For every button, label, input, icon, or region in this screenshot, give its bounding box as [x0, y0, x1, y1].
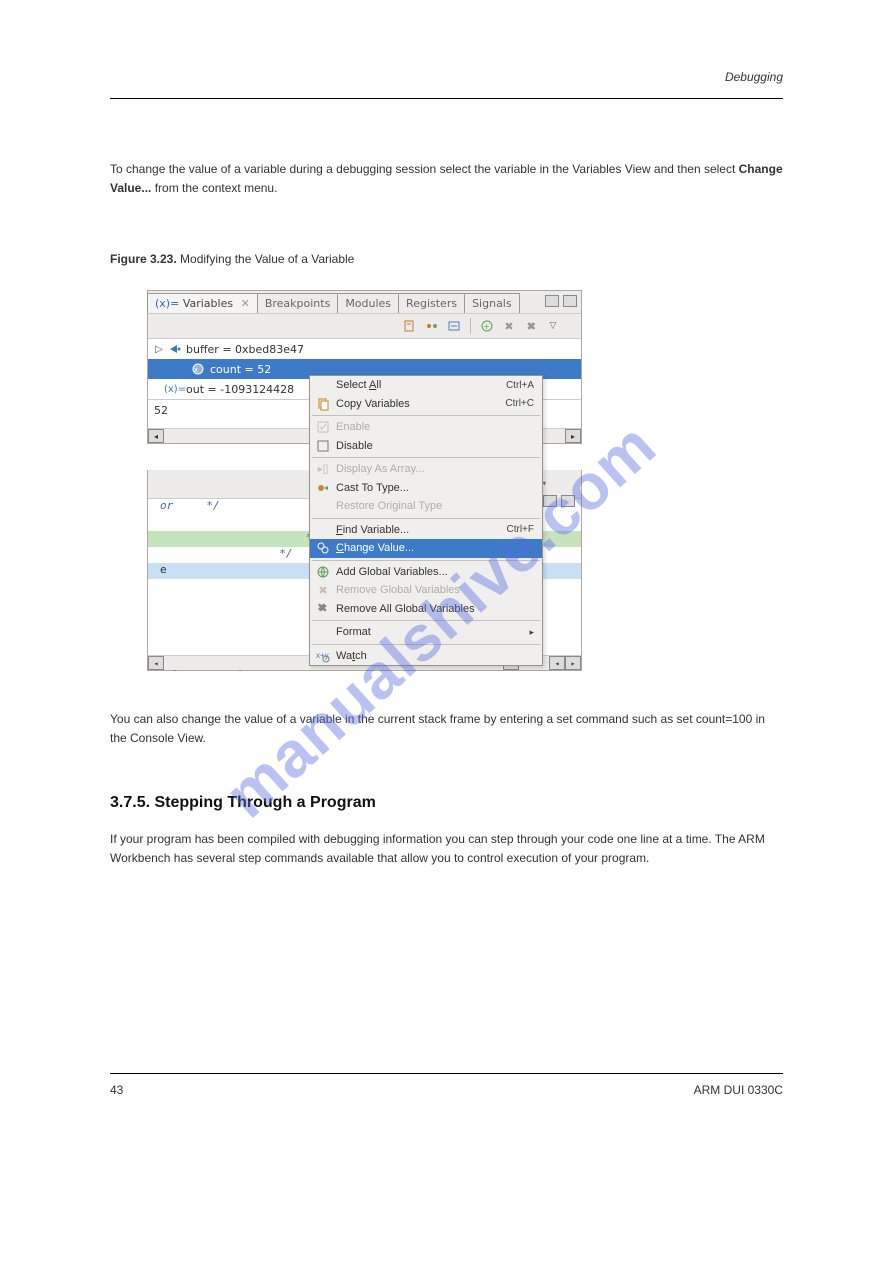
heading-stepping: 3.7.5. Stepping Through a Program: [110, 790, 783, 816]
detail-value: 52: [154, 404, 168, 417]
pointer-icon: [168, 342, 182, 356]
minimize-icon[interactable]: [545, 295, 559, 307]
cast-icon: [314, 481, 332, 495]
menu-watch[interactable]: x+y Watch: [310, 647, 542, 666]
variable-icon: x: [192, 362, 206, 376]
remove-all-icon[interactable]: ✖✖: [523, 318, 539, 334]
var-buffer-label: buffer = 0xbed83e47: [186, 343, 581, 356]
figure-caption-text: Modifying the Value of a Variable: [180, 252, 354, 266]
copy-icon: [314, 397, 332, 411]
array-icon: ▸[]: [314, 464, 332, 475]
var-row-buffer[interactable]: ▷ buffer = 0xbed83e47: [148, 339, 581, 359]
change-value-icon: [314, 541, 332, 555]
show-logical-icon[interactable]: [424, 318, 440, 334]
para-set-command: You can also change the value of a varia…: [110, 710, 783, 748]
submenu-arrow-icon: ▸: [529, 627, 534, 638]
checkbox-checked-icon: [314, 421, 332, 433]
collapse-all-icon[interactable]: [446, 318, 462, 334]
footer-doc-id: ARM DUI 0330C: [694, 1083, 783, 1097]
menu-format[interactable]: Format ▸: [310, 623, 542, 642]
scroll-left-btn[interactable]: ◂: [148, 656, 164, 670]
editor-window-controls: [543, 495, 575, 507]
expand-icon[interactable]: ▷: [154, 344, 164, 355]
figure-caption: Figure 3.23. Modifying the Value of a Va…: [110, 250, 783, 269]
intro-paragraph: To change the value of a variable during…: [110, 160, 783, 198]
remove-icon[interactable]: ✖: [501, 318, 517, 334]
context-menu: Select All Ctrl+A Copy Variables Ctrl+C …: [309, 375, 543, 666]
menu-remove-all-global[interactable]: ✖✖ Remove All Global Variables: [310, 600, 542, 619]
scroll-left-btn-2[interactable]: ◂: [549, 656, 565, 670]
scroll-right-btn-2[interactable]: ▸: [565, 656, 581, 670]
menu-find-variable[interactable]: Find Variable... Ctrl+F: [310, 521, 542, 540]
figure-caption-prefix: Figure 3.23.: [110, 252, 180, 266]
svg-text:x: x: [194, 366, 198, 374]
intro-text-1: To change the value of a variable during…: [110, 162, 739, 176]
var-count-label: count = 52: [210, 363, 581, 376]
svg-text:+: +: [483, 322, 490, 331]
menu-cast-to-type[interactable]: Cast To Type...: [310, 479, 542, 498]
x-icon: ✖: [314, 584, 332, 597]
svg-text:x+y: x+y: [316, 651, 329, 660]
maximize-icon[interactable]: [563, 295, 577, 307]
scroll-right-btn[interactable]: ▸: [565, 429, 581, 443]
menu-restore-original: Restore Original Type: [310, 497, 542, 516]
footer-page-number: 43: [110, 1083, 123, 1097]
menu-add-global[interactable]: Add Global Variables...: [310, 563, 542, 582]
show-type-icon[interactable]: [402, 318, 418, 334]
checkbox-icon: [314, 440, 332, 452]
menu-enable: Enable: [310, 418, 542, 437]
intro-text-2: from the context menu.: [151, 181, 277, 195]
menu-disable[interactable]: Disable: [310, 437, 542, 456]
variable-icon: (x)=: [168, 382, 182, 396]
menu-change-value[interactable]: Change Value...: [310, 539, 542, 558]
menu-remove-global: ✖ Remove Global Variables: [310, 581, 542, 600]
globe-plus-icon: [314, 565, 332, 579]
xx-icon: ✖✖: [314, 602, 332, 615]
tab-breakpoints[interactable]: Breakpoints: [257, 293, 339, 313]
view-menu-icon[interactable]: ▽: [545, 318, 561, 334]
scroll-left-btn[interactable]: ◂: [148, 429, 164, 443]
tab-signals[interactable]: Signals: [464, 293, 520, 313]
tab-modules[interactable]: Modules: [337, 293, 399, 313]
tab-registers[interactable]: Registers: [398, 293, 465, 313]
header-running-title: Debugging: [725, 70, 783, 84]
variables-icon: (x)=: [155, 297, 179, 310]
watch-icon: x+y: [314, 649, 332, 663]
variables-toolbar: + ✖ ✖✖ ▽: [148, 314, 581, 339]
menu-display-as-array: ▸[] Display As Array...: [310, 460, 542, 479]
para-stepping: If your program has been compiled with d…: [110, 830, 783, 868]
footer-rule: [110, 1073, 783, 1074]
window-controls: [545, 295, 577, 307]
menu-select-all[interactable]: Select All Ctrl+A: [310, 376, 542, 395]
tab-strip: (x)= Variables ✕ Breakpoints Modules Reg…: [148, 291, 581, 314]
tab-variables[interactable]: (x)= Variables ✕: [147, 293, 258, 313]
tab-variables-label: Variables: [183, 297, 233, 310]
add-global-icon[interactable]: +: [479, 318, 495, 334]
menu-copy-variables[interactable]: Copy Variables Ctrl+C: [310, 395, 542, 414]
header-rule: [110, 98, 783, 99]
close-icon[interactable]: ✕: [241, 297, 250, 310]
